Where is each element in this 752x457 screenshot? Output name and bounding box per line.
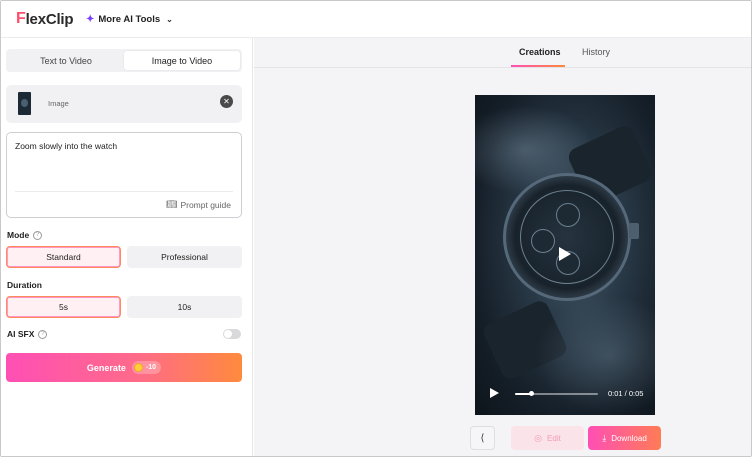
duration-label-text: Duration <box>7 280 42 290</box>
prompt-guide-link[interactable]: 📖︎ Prompt guide <box>166 199 231 210</box>
credit-cost: -10 <box>145 364 157 371</box>
ai-sfx-label-text: AI SFX <box>7 329 35 339</box>
watch-dial <box>520 190 614 284</box>
top-bar: FlexClip ✦ More AI Tools ⌄ <box>1 1 751 38</box>
duration-option-5s[interactable]: 5s <box>6 296 121 318</box>
prompt-divider <box>15 191 233 192</box>
flexclip-logo[interactable]: FlexClip <box>16 9 74 29</box>
watch-subdial <box>531 229 555 253</box>
uploaded-image-card[interactable]: Image ✕ <box>6 85 242 123</box>
play-button-icon[interactable] <box>490 388 499 398</box>
chevron-down-icon: ⌄ <box>166 14 173 24</box>
video-player[interactable]: 0:01 / 0:05 <box>475 95 655 415</box>
sparkle-icon: ✦ <box>86 13 95 25</box>
tab-image-to-video[interactable]: Image to Video <box>124 51 240 70</box>
watch-subdial <box>556 203 580 227</box>
logo-mark: F <box>16 10 26 27</box>
more-ai-tools-menu[interactable]: ✦ More AI Tools ⌄ <box>86 11 173 27</box>
progress-knob[interactable] <box>529 391 535 396</box>
prompt-guide-label: Prompt guide <box>180 199 231 210</box>
preview-area: Creations History 0:01 / 0:05 ⟨ ◎ Edit ⤓… <box>254 38 751 456</box>
credit-badge: -10 <box>131 361 162 374</box>
help-icon[interactable]: ? <box>33 230 43 240</box>
download-label: Download <box>611 433 647 443</box>
mode-label-text: Mode <box>7 230 30 240</box>
left-panel: Text to Video Image to Video Image ✕ Zoo… <box>1 38 253 456</box>
more-ai-tools-label: More AI Tools <box>98 13 161 25</box>
player-controls: 0:01 / 0:05 <box>475 381 655 405</box>
edit-icon: ◎ <box>534 432 543 443</box>
edit-label: Edit <box>547 433 561 443</box>
active-tab-underline <box>511 65 565 67</box>
tab-text-to-video[interactable]: Text to Video <box>8 51 124 70</box>
watch-crown <box>629 223 639 239</box>
mode-option-professional[interactable]: Professional <box>127 246 242 268</box>
share-button[interactable]: ⟨ <box>470 426 495 450</box>
duration-option-10s[interactable]: 10s <box>127 296 242 318</box>
image-thumbnail <box>18 92 31 115</box>
result-tabs: Creations History <box>254 38 751 68</box>
mode-option-standard[interactable]: Standard <box>6 246 121 268</box>
book-icon: 📖︎ <box>166 199 178 209</box>
generate-button[interactable]: Generate -10 <box>6 353 242 382</box>
edit-button[interactable]: ◎ Edit <box>511 426 584 450</box>
duration-label: Duration <box>7 280 42 290</box>
tab-creations[interactable]: Creations <box>519 47 561 57</box>
playback-time: 0:01 / 0:05 <box>608 389 644 398</box>
generate-label: Generate <box>86 362 126 373</box>
image-label: Image <box>48 99 69 108</box>
logo-text: lexClip <box>25 10 74 28</box>
download-icon: ⤓ <box>602 432 607 443</box>
mode-tabs: Text to Video Image to Video <box>6 49 242 72</box>
watch-case <box>503 173 631 301</box>
tab-history[interactable]: History <box>582 47 610 57</box>
coin-icon <box>133 363 143 372</box>
prompt-text: Zoom slowly into the watch <box>15 141 118 151</box>
ai-sfx-label: AI SFX ? <box>7 329 48 339</box>
share-icon: ⟨ <box>480 432 485 444</box>
ai-sfx-toggle[interactable] <box>223 329 241 339</box>
close-icon: ✕ <box>223 96 230 106</box>
play-icon[interactable] <box>559 247 571 261</box>
prompt-textarea[interactable]: Zoom slowly into the watch 📖︎ Prompt gui… <box>6 132 242 218</box>
remove-image-button[interactable]: ✕ <box>220 95 233 108</box>
progress-bar[interactable] <box>515 391 598 396</box>
app-window: FlexClip ✦ More AI Tools ⌄ Text to Video… <box>0 0 752 457</box>
download-button[interactable]: ⤓ Download <box>588 426 661 450</box>
mode-label: Mode ? <box>7 230 43 240</box>
help-icon[interactable]: ? <box>38 329 48 339</box>
